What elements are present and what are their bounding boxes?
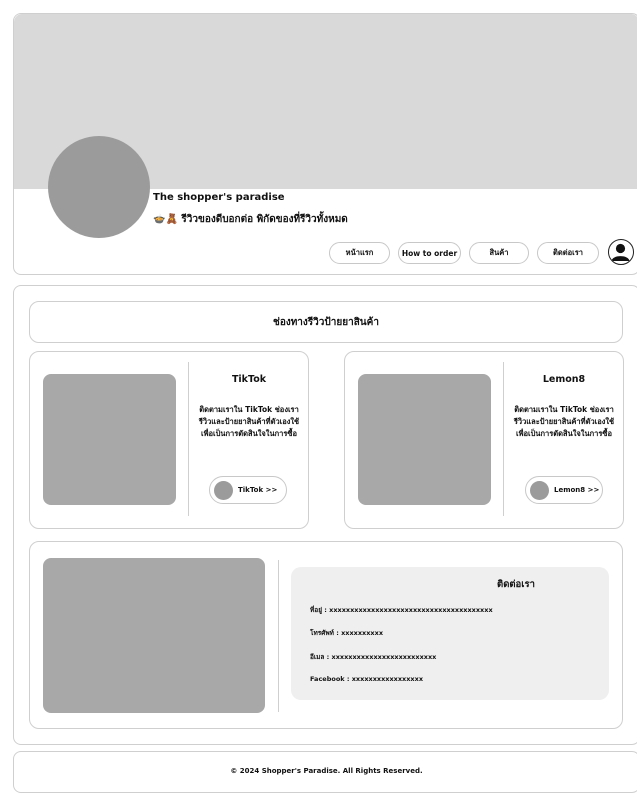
channel-title: TikTok: [231, 374, 267, 385]
channel-card-tiktok: TikTok ติดตามเราใน TikTok ช่องเรารีวิวแล…: [29, 351, 309, 529]
divider: [503, 362, 504, 516]
contact-address: ที่อยู่ : xxxxxxxxxxxxxxxxxxxxxxxxxxxxxx…: [310, 606, 493, 614]
shop-name: The shopper's paradise: [153, 192, 285, 203]
main-content: ช่องทางรีวิวป้ายยาสินค้า TikTok ติดตามเร…: [13, 285, 637, 745]
nav-how-to-order-button[interactable]: How to order: [398, 242, 461, 264]
section-title: ช่องทางรีวิวป้ายยาสินค้า: [29, 301, 623, 343]
channel-description: ติดตามเราใน TikTok ช่องเรารีวิวและป้ายยา…: [198, 405, 300, 438]
channel-image-tiktok: [43, 374, 176, 505]
tiktok-icon: [214, 480, 233, 500]
user-icon[interactable]: [608, 239, 634, 265]
lemon8-link-button[interactable]: Lemon8 >>: [525, 476, 603, 504]
contact-info-box: ติดต่อเรา ที่อยู่ : xxxxxxxxxxxxxxxxxxxx…: [291, 567, 609, 700]
lemon8-icon: [530, 480, 549, 500]
contact-email: อีเมล : xxxxxxxxxxxxxxxxxxxxxxxxx: [310, 653, 437, 661]
channel-title: Lemon8: [542, 374, 586, 385]
tiktok-link-button[interactable]: TikTok >>: [209, 476, 287, 504]
user-icon-graphic: [611, 243, 630, 261]
nav-products-button[interactable]: สินค้า: [469, 242, 529, 264]
contact-image: [43, 558, 265, 713]
channel-description: ติดตามเราใน TikTok ช่องเรารีวิวและป้ายยา…: [513, 405, 615, 438]
divider: [188, 362, 189, 516]
contact-card: ติดต่อเรา ที่อยู่ : xxxxxxxxxxxxxxxxxxxx…: [29, 541, 623, 729]
button-label: Lemon8 >>: [554, 486, 600, 494]
contact-facebook: Facebook : xxxxxxxxxxxxxxxxx: [310, 675, 424, 683]
divider: [278, 560, 279, 712]
avatar: [48, 136, 150, 238]
contact-phone: โทรศัพท์ : xxxxxxxxxx: [310, 629, 384, 637]
nav-home-button[interactable]: หน้าแรก: [329, 242, 390, 264]
shop-tagline: 🍲🧸 รีวิวของดีบอกต่อ พิกัดของที่รีวิวทั้ง…: [153, 214, 348, 225]
nav-contact-button[interactable]: ติดต่อเรา: [537, 242, 599, 264]
contact-title: ติดต่อเรา: [497, 579, 535, 590]
footer: © 2024 Shopper's Paradise. All Rights Re…: [13, 751, 637, 793]
button-label: TikTok >>: [238, 486, 278, 494]
profile-header: The shopper's paradise 🍲🧸 รีวิวของดีบอกต…: [13, 13, 637, 275]
channel-image-lemon8: [358, 374, 491, 505]
channel-card-lemon8: Lemon8 ติดตามเราใน TikTok ช่องเรารีวิวแล…: [344, 351, 624, 529]
copyright-text: © 2024 Shopper's Paradise. All Rights Re…: [230, 767, 423, 775]
